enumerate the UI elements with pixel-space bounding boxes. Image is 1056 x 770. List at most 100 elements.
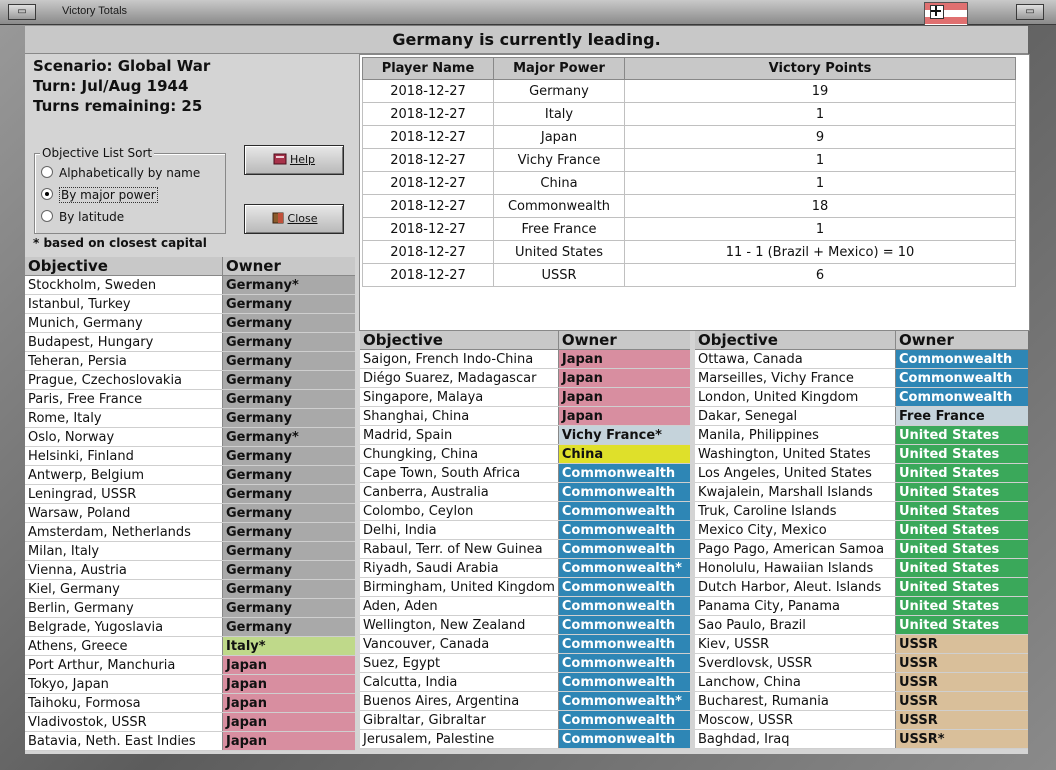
victory-points-table: Player Name Major Power Victory Points 2… [362,57,1016,287]
objective-name: Dakar, Senegal [695,406,896,426]
major-power-cell: China [493,171,625,195]
objective-row[interactable]: Taihoku, Formosa Japan [25,693,355,713]
window-menu-button[interactable]: ▭ [8,4,36,20]
objective-row[interactable]: Budapest, Hungary Germany [25,332,355,352]
objective-row[interactable]: Stockholm, Sweden Germany* [25,275,355,295]
objective-name: Mexico City, Mexico [695,520,896,540]
objective-row[interactable]: Warsaw, Poland Germany [25,503,355,523]
objective-row[interactable]: Kiev, USSR USSR [695,634,1028,654]
objective-row[interactable]: Marseilles, Vichy France Commonwealth [695,368,1028,388]
objective-row[interactable]: Amsterdam, Netherlands Germany [25,522,355,542]
objective-row[interactable]: Helsinki, Finland Germany [25,446,355,466]
objective-row[interactable]: Wellington, New Zealand Commonwealth [360,615,690,635]
objective-row[interactable]: Bucharest, Rumania USSR [695,691,1028,711]
objective-row[interactable]: Ottawa, Canada Commonwealth [695,349,1028,369]
objective-row[interactable]: Batavia, Neth. East Indies Japan [25,731,355,751]
objective-row[interactable]: Mexico City, Mexico United States [695,520,1028,540]
objective-owner: Germany [222,370,355,390]
objective-row[interactable]: Port Arthur, Manchuria Japan [25,655,355,675]
objective-row[interactable]: Kiel, Germany Germany [25,579,355,599]
objective-row[interactable]: Milan, Italy Germany [25,541,355,561]
objective-row[interactable]: Honolulu, Hawaiian Islands United States [695,558,1028,578]
objective-row[interactable]: Cape Town, South Africa Commonwealth [360,463,690,483]
objective-row[interactable]: Calcutta, India Commonwealth [360,672,690,692]
leader-banner: Germany is currently leading. [25,26,1028,54]
player-name-cell: 2018-12-27 [362,240,494,264]
title-bar[interactable]: ▭ Victory Totals ▭ [0,0,1056,26]
objective-row[interactable]: Baghdad, Iraq USSR* [695,729,1028,749]
objective-row[interactable]: Truk, Caroline Islands United States [695,501,1028,521]
objective-name: Teheran, Persia [25,351,223,371]
objective-row[interactable]: Oslo, Norway Germany* [25,427,355,447]
objective-row[interactable]: Vladivostok, USSR Japan [25,712,355,732]
objective-row[interactable]: Chungking, China China [360,444,690,464]
player-name-cell: 2018-12-27 [362,194,494,218]
sort-radio-latitude[interactable]: By latitude [41,207,124,227]
objective-name: Batavia, Neth. East Indies [25,731,223,751]
objective-row[interactable]: Rome, Italy Germany [25,408,355,428]
sort-radio-alphabetical[interactable]: Alphabetically by name [41,163,200,183]
objective-row[interactable]: Diégo Suarez, Madagascar Japan [360,368,690,388]
objective-owner: Vichy France* [557,425,690,445]
victory-points-cell: 11 - 1 (Brazil + Mexico) = 10 [624,240,1016,264]
sort-radio-major-power[interactable]: By major power [41,185,158,205]
objective-name: Madrid, Spain [360,425,559,445]
radio-icon [41,166,53,178]
objective-row[interactable]: Jerusalem, Palestine Commonwealth [360,729,690,749]
objective-owner: Germany [222,351,355,371]
objective-row[interactable]: Birmingham, United Kingdom Commonwealth [360,577,690,597]
objective-row[interactable]: Leningrad, USSR Germany [25,484,355,504]
objective-row[interactable]: Delhi, India Commonwealth [360,520,690,540]
objective-row[interactable]: Munich, Germany Germany [25,313,355,333]
objective-row[interactable]: Sao Paulo, Brazil United States [695,615,1028,635]
objective-row[interactable]: Prague, Czechoslovakia Germany [25,370,355,390]
objective-row[interactable]: Dutch Harbor, Aleut. Islands United State… [695,577,1028,597]
objective-row[interactable]: Athens, Greece Italy* [25,636,355,656]
objective-row[interactable]: Buenos Aires, Argentina Commonwealth* [360,691,690,711]
objective-row[interactable]: Moscow, USSR USSR [695,710,1028,730]
objective-row[interactable]: Sverdlovsk, USSR USSR [695,653,1028,673]
objective-owner: USSR [895,710,1028,730]
objective-row[interactable]: Berlin, Germany Germany [25,598,355,618]
objective-row[interactable]: Kwajalein, Marshall Islands United States [695,482,1028,502]
objective-row[interactable]: Manila, Philippines United States [695,425,1028,445]
close-button[interactable]: Close [244,204,344,234]
objective-row[interactable]: Teheran, Persia Germany [25,351,355,371]
objective-row[interactable]: Belgrade, Yugoslavia Germany [25,617,355,637]
objective-row[interactable]: Pago Pago, American Samoa United States [695,539,1028,559]
objective-row[interactable]: Los Angeles, United States United States [695,463,1028,483]
objective-row[interactable]: Tokyo, Japan Japan [25,674,355,694]
objective-row[interactable]: London, United Kingdom Commonwealth [695,387,1028,407]
window-close-button[interactable]: ▭ [1016,4,1044,20]
objective-row[interactable]: Colombo, Ceylon Commonwealth [360,501,690,521]
objective-row[interactable]: Dakar, Senegal Free France [695,406,1028,426]
objective-row[interactable]: Rabaul, Terr. of New Guinea Commonwealth [360,539,690,559]
objective-row[interactable]: Gibraltar, Gibraltar Commonwealth [360,710,690,730]
objective-owner: United States [895,520,1028,540]
objective-row[interactable]: Aden, Aden Commonwealth [360,596,690,616]
objective-owner: United States [895,463,1028,483]
objective-row[interactable]: Madrid, Spain Vichy France* [360,425,690,445]
major-power-cell: Italy [493,102,625,126]
objective-row[interactable]: Shanghai, China Japan [360,406,690,426]
flag-icon [924,2,968,26]
objective-row[interactable]: Lanchow, China USSR [695,672,1028,692]
objective-row[interactable]: Antwerp, Belgium Germany [25,465,355,485]
objective-row[interactable]: Istanbul, Turkey Germany [25,294,355,314]
objective-name: Oslo, Norway [25,427,223,447]
objective-row[interactable]: Canberra, Australia Commonwealth [360,482,690,502]
objective-row[interactable]: Singapore, Malaya Japan [360,387,690,407]
objective-row[interactable]: Saigon, French Indo-China Japan [360,349,690,369]
objective-row[interactable]: Riyadh, Saudi Arabia Commonwealth* [360,558,690,578]
objective-row[interactable]: Washington, United States United States [695,444,1028,464]
objective-owner: Commonwealth [895,349,1028,369]
major-power-cell: United States [493,240,625,264]
objective-row[interactable]: Panama City, Panama United States [695,596,1028,616]
objective-owner: United States [895,425,1028,445]
column-header-victory-points: Victory Points [624,57,1016,80]
objective-row[interactable]: Suez, Egypt Commonwealth [360,653,690,673]
objective-row[interactable]: Paris, Free France Germany [25,389,355,409]
objective-row[interactable]: Vienna, Austria Germany [25,560,355,580]
objective-row[interactable]: Vancouver, Canada Commonwealth [360,634,690,654]
help-button[interactable]: Help [244,145,344,175]
